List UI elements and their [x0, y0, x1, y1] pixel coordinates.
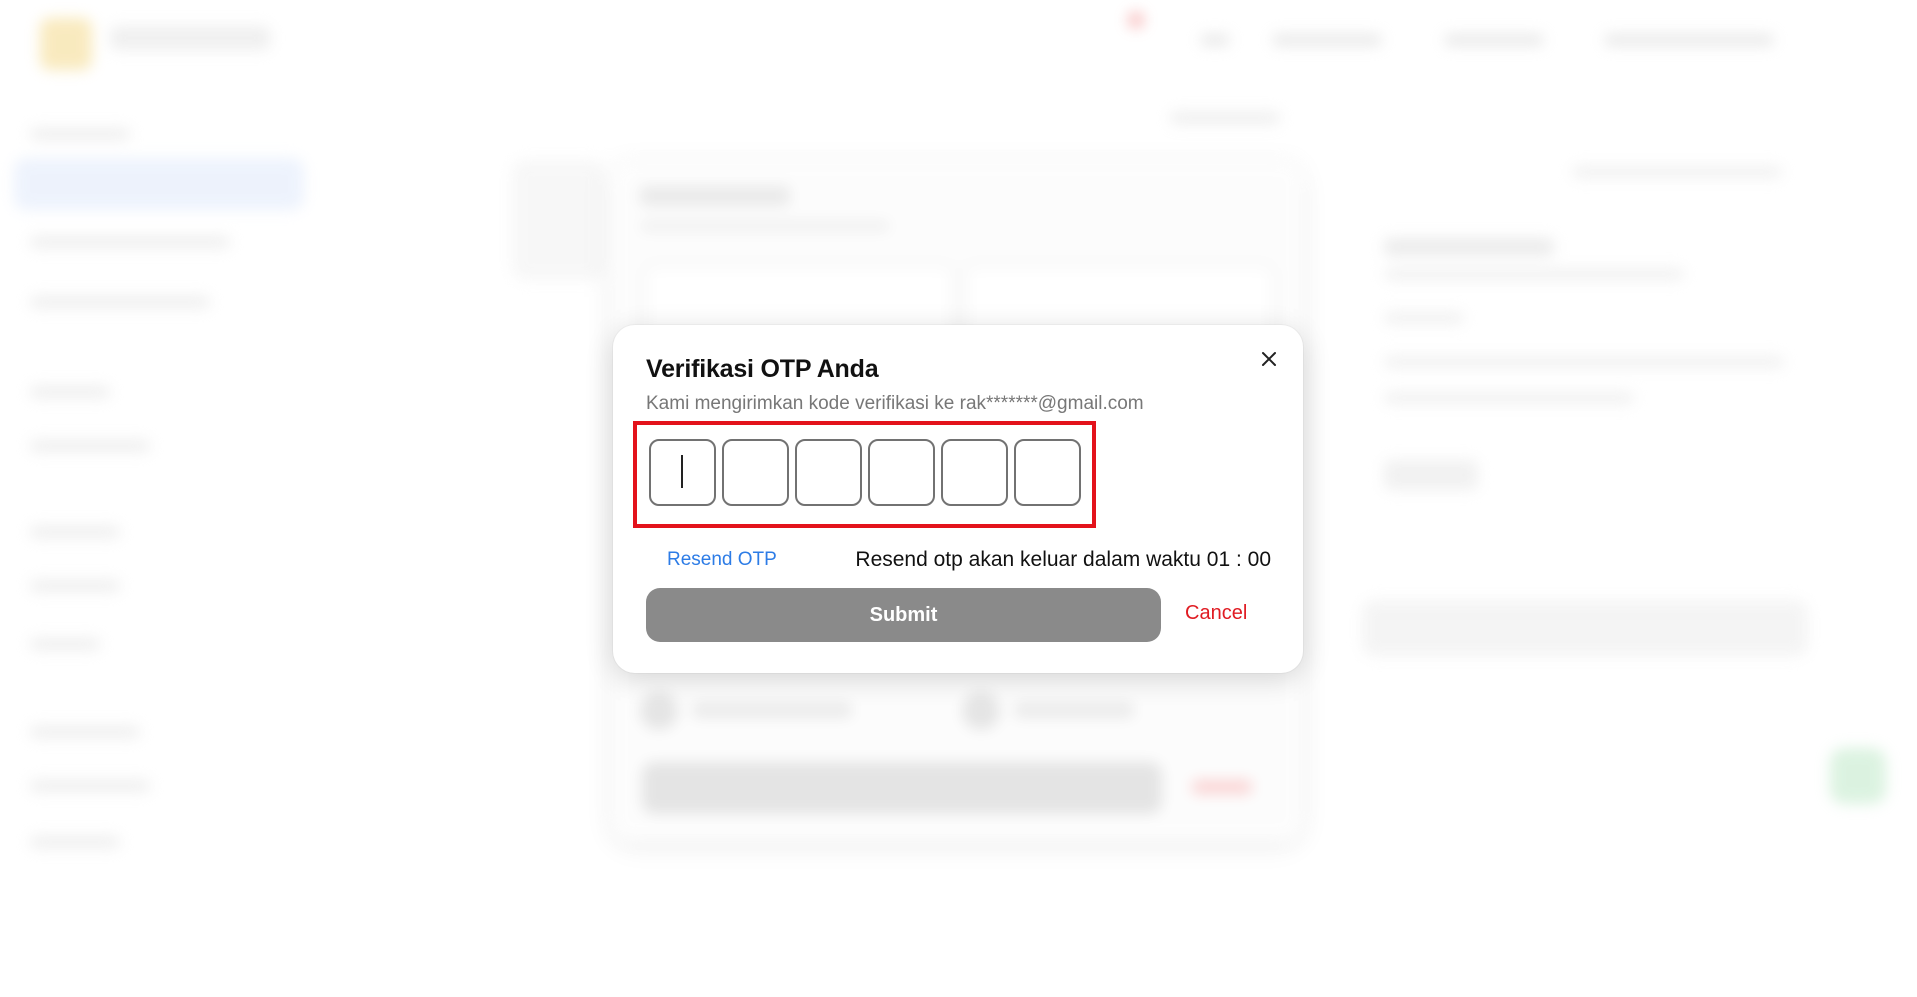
background-card-subtitle: [640, 220, 890, 232]
radio-label: [692, 702, 852, 718]
submit-button[interactable]: Submit: [646, 588, 1161, 642]
panel-line: [1384, 392, 1634, 404]
sidebar-item: [30, 780, 150, 792]
radio-label: [1014, 702, 1134, 718]
nav-item: [1444, 34, 1544, 46]
panel-line: [1384, 312, 1464, 324]
otp-digit-input-6[interactable]: [1014, 439, 1081, 506]
sidebar-active-item: [14, 158, 304, 210]
panel-line: [1384, 238, 1554, 256]
nav-item: [1604, 34, 1774, 46]
sidebar-item: [30, 836, 120, 848]
sidebar-heading: [30, 526, 120, 538]
chat-widget: [1830, 748, 1886, 804]
app-logo-text: [110, 26, 270, 50]
sidebar-item: [30, 440, 150, 452]
radio-circle: [962, 692, 1000, 730]
notification-badge: [1128, 12, 1144, 28]
page: Verifikasi OTP Anda Kami mengirimkan kod…: [0, 0, 1917, 997]
modal-subtitle: Kami mengirimkan kode verifikasi ke rak*…: [646, 393, 1144, 414]
panel-line: [1572, 166, 1782, 178]
panel-button: [1362, 600, 1808, 656]
radio-circle: [640, 692, 678, 730]
otp-digit-input-4[interactable]: [868, 439, 935, 506]
close-icon: [1262, 352, 1276, 366]
sidebar-heading: [30, 726, 140, 738]
otp-modal: Verifikasi OTP Anda Kami mengirimkan kod…: [613, 325, 1303, 673]
app-logo: [40, 18, 92, 70]
resend-timer-text: Resend otp akan keluar dalam waktu 01 : …: [855, 548, 1271, 571]
breadcrumb: [1170, 112, 1280, 124]
background-card-title: [640, 186, 790, 206]
otp-digit-input-2[interactable]: [722, 439, 789, 506]
cancel-button[interactable]: Cancel: [1185, 602, 1247, 625]
background-cancel: [1192, 780, 1252, 794]
sidebar-item: [30, 296, 210, 308]
text-cursor: [681, 455, 683, 488]
sidebar-item: [30, 236, 230, 248]
panel-line: [1384, 356, 1784, 368]
sidebar-heading: [30, 128, 130, 140]
sidebar-item: [30, 580, 120, 592]
background-submit: [642, 762, 1162, 814]
panel-line: [1384, 268, 1684, 280]
nav-item: [1200, 34, 1230, 46]
nav-item: [1272, 34, 1382, 46]
otp-input-group: [633, 421, 1096, 528]
close-button[interactable]: [1255, 345, 1283, 373]
otp-digit-input-5[interactable]: [941, 439, 1008, 506]
sidebar-heading: [30, 386, 110, 398]
resend-otp-link[interactable]: Resend OTP: [667, 549, 777, 571]
modal-title: Verifikasi OTP Anda: [646, 355, 879, 383]
step-panel: [512, 160, 604, 280]
otp-digit-input-3[interactable]: [795, 439, 862, 506]
panel-line: [1384, 460, 1478, 490]
sidebar-item: [30, 638, 100, 650]
